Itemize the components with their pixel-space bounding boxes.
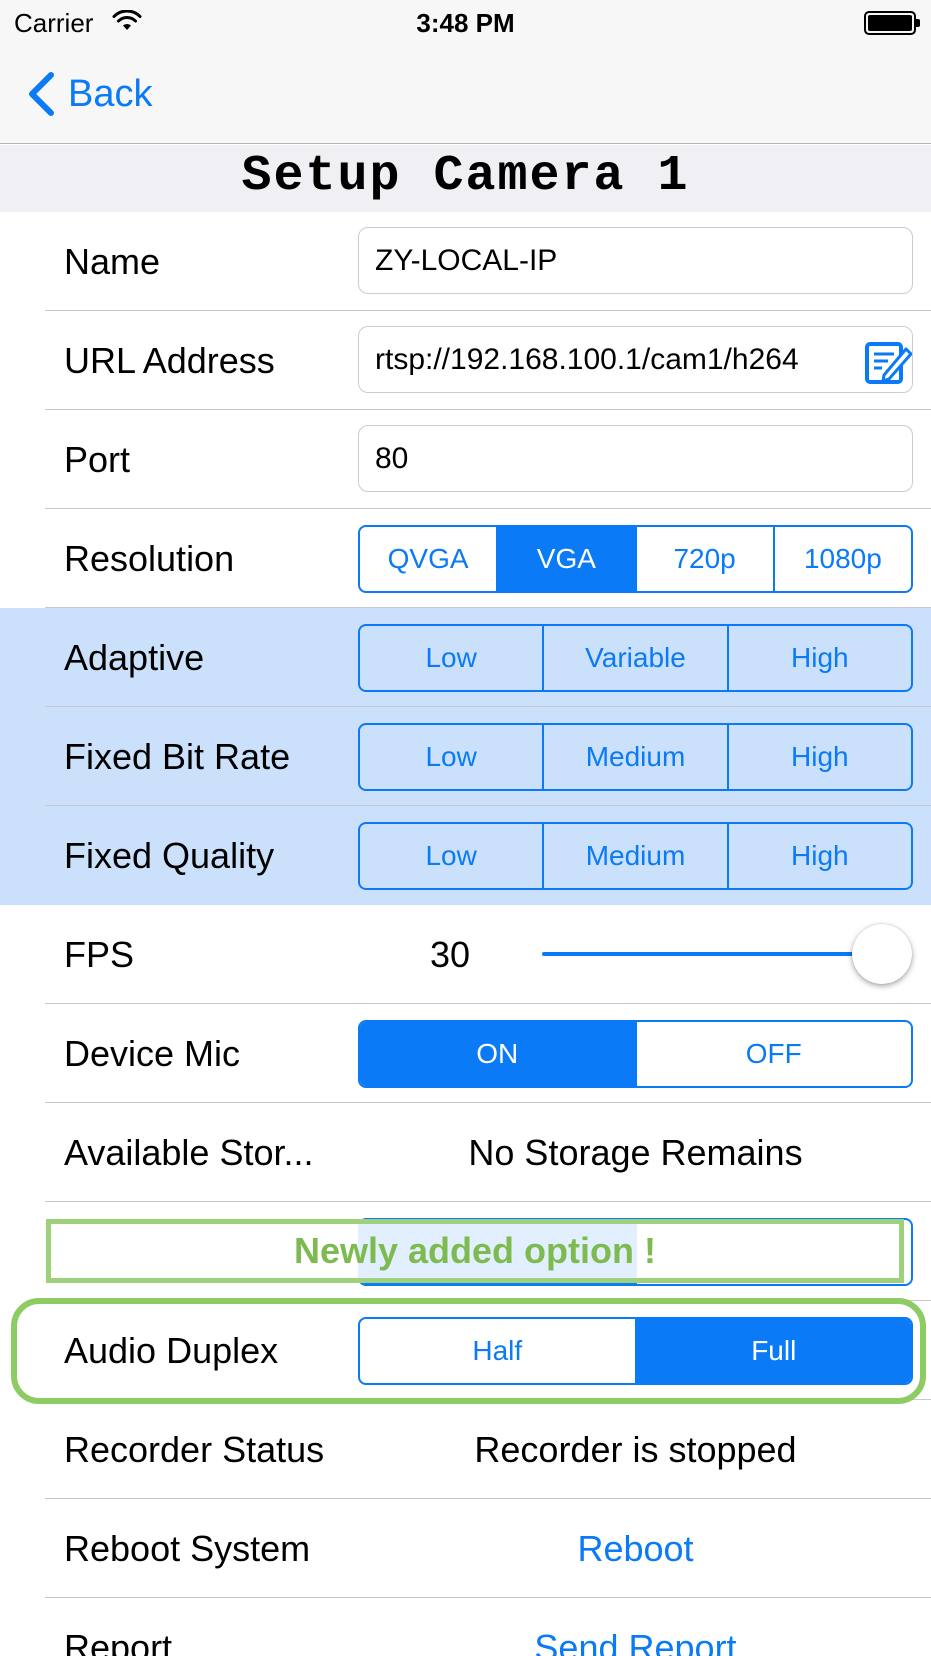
- fixed-bit-rate-option-medium[interactable]: Medium: [542, 725, 726, 789]
- back-button[interactable]: Back: [26, 70, 152, 118]
- adaptive-option-high[interactable]: High: [726, 626, 911, 690]
- fixed-bit-rate-option-high[interactable]: High: [726, 725, 911, 789]
- device-mic-label: Device Mic: [64, 1033, 241, 1074]
- fixed-quality-segmented-control: Low Medium High: [358, 822, 913, 890]
- audio-duplex-option-half[interactable]: Half: [360, 1319, 635, 1383]
- audio-duplex-segmented-control: Half Full: [358, 1317, 913, 1385]
- send-report-button[interactable]: Send Report: [358, 1598, 913, 1656]
- row-fps: FPS 30: [0, 905, 931, 1004]
- adaptive-label: Adaptive: [64, 637, 205, 678]
- row-port: Port 80: [0, 410, 931, 509]
- device-mic-segmented-control: ON OFF: [358, 1020, 913, 1088]
- chevron-left-icon: [29, 72, 54, 116]
- edit-note-icon[interactable]: [864, 339, 912, 387]
- fixed-bit-rate-option-low[interactable]: Low: [360, 725, 542, 789]
- row-adaptive: Adaptive Low Variable High: [0, 608, 931, 707]
- status-time: 3:48 PM: [416, 8, 515, 38]
- resolution-option-720p[interactable]: 720p: [634, 527, 773, 591]
- battery-icon: [864, 11, 920, 35]
- port-field[interactable]: 80: [358, 425, 913, 492]
- resolution-label: Resolution: [64, 538, 235, 579]
- fixed-quality-label: Fixed Quality: [64, 835, 275, 876]
- page-title: Setup Camera 1: [241, 148, 690, 205]
- device-mic-option-on[interactable]: ON: [360, 1022, 635, 1086]
- reboot-button[interactable]: Reboot: [358, 1499, 913, 1598]
- device-mic-option-off[interactable]: OFF: [634, 1022, 912, 1086]
- url-field[interactable]: rtsp://192.168.100.1/cam1/h264: [358, 326, 913, 393]
- row-device-mic: Device Mic ON OFF: [0, 1004, 931, 1103]
- resolution-option-qvga[interactable]: QVGA: [360, 527, 496, 591]
- row-recorder-status: Recorder Status Recorder is stopped: [0, 1400, 931, 1499]
- available-storage-label: Available Stor...: [64, 1132, 314, 1173]
- audio-duplex-option-full[interactable]: Full: [634, 1319, 911, 1383]
- recorder-status-label: Recorder Status: [64, 1429, 325, 1470]
- back-label: Back: [68, 73, 153, 115]
- fixed-quality-option-medium[interactable]: Medium: [542, 824, 726, 888]
- adaptive-segmented-control: Low Variable High: [358, 624, 913, 692]
- audio-duplex-label: Audio Duplex: [64, 1330, 279, 1371]
- new-option-callout: Newly added option !: [46, 1219, 904, 1283]
- fixed-bit-rate-label: Fixed Bit Rate: [64, 736, 291, 777]
- fixed-quality-option-low[interactable]: Low: [360, 824, 542, 888]
- row-url: URL Address rtsp://192.168.100.1/cam1/h2…: [0, 311, 931, 410]
- row-resolution: Resolution QVGA VGA 720p 1080p: [0, 509, 931, 608]
- url-label: URL Address: [64, 340, 275, 381]
- row-available-storage: Available Stor... No Storage Remains: [0, 1103, 931, 1202]
- adaptive-option-low[interactable]: Low: [360, 626, 542, 690]
- name-field[interactable]: ZY-LOCAL-IP: [358, 227, 913, 294]
- row-fixed-bit-rate: Fixed Bit Rate Low Medium High: [0, 707, 931, 806]
- name-label: Name: [64, 241, 161, 282]
- fixed-quality-option-high[interactable]: High: [726, 824, 911, 888]
- resolution-option-1080p[interactable]: 1080p: [772, 527, 911, 591]
- fps-slider-track[interactable]: [542, 952, 882, 956]
- page-title-bar: Setup Camera 1: [0, 145, 931, 212]
- row-fixed-quality: Fixed Quality Low Medium High: [0, 806, 931, 905]
- row-name: Name ZY-LOCAL-IP: [0, 212, 931, 311]
- row-report: Report Send Report: [0, 1598, 931, 1656]
- available-storage-value: No Storage Remains: [468, 1132, 803, 1173]
- resolution-segmented-control: QVGA VGA 720p 1080p: [358, 525, 913, 593]
- fps-label: FPS: [64, 934, 135, 975]
- adaptive-option-variable[interactable]: Variable: [542, 626, 726, 690]
- recorder-status-value: Recorder is stopped: [474, 1429, 797, 1470]
- row-audio-duplex: Audio Duplex Half Full: [0, 1301, 931, 1400]
- reboot-system-label: Reboot System: [64, 1528, 311, 1569]
- fps-value: 30: [429, 934, 471, 975]
- report-label: Report: [64, 1627, 173, 1656]
- fps-slider-thumb[interactable]: [852, 924, 912, 984]
- port-label: Port: [64, 439, 131, 480]
- fixed-bit-rate-segmented-control: Low Medium High: [358, 723, 913, 791]
- row-reboot-system: Reboot System Reboot: [0, 1499, 931, 1598]
- resolution-option-vga[interactable]: VGA: [496, 527, 635, 591]
